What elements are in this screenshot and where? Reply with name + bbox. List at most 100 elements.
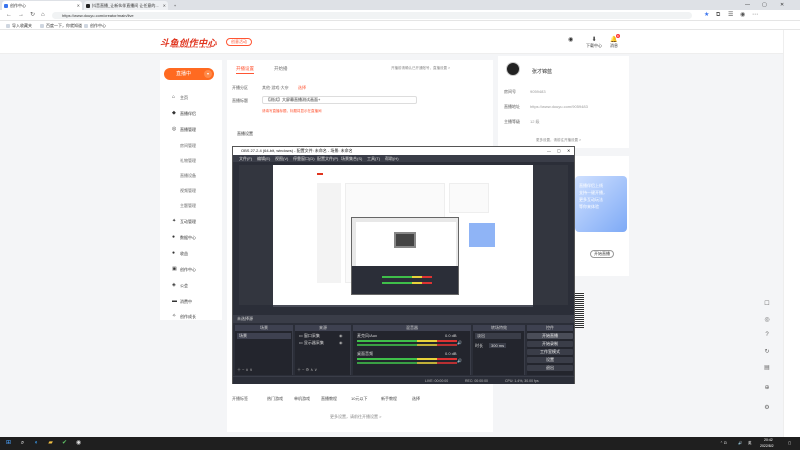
extensions-icon[interactable]: ⧉ (716, 12, 720, 19)
tab-start-live[interactable]: 开始播 (274, 66, 288, 72)
star-icon[interactable]: ★ (704, 12, 709, 19)
minimize-icon[interactable]: — (547, 147, 551, 155)
tray-icons[interactable]: ⌃ ⊡ (720, 437, 727, 450)
edge-icon[interactable]: ◐ (32, 439, 41, 448)
obs-menu-item[interactable]: 场景集合(S) (341, 155, 362, 162)
sidebar-item-growth[interactable]: ✧ 创作成长 (172, 314, 196, 320)
source-add-icon[interactable]: ＋ − ⚙ ∧ ∨ (297, 367, 317, 373)
obs-menu-item[interactable]: 编辑(E) (257, 155, 270, 162)
close-tab-icon[interactable]: ✕ (77, 1, 80, 10)
start-streaming-button[interactable]: 开始直播 (527, 333, 573, 339)
main-footer-link[interactable]: 更多设置，请前往开播设置 > (330, 414, 381, 420)
minimize-icon[interactable]: — (745, 0, 750, 10)
clock-date[interactable]: 2022/8/2 (760, 444, 774, 449)
maximize-icon[interactable]: ▢ (557, 147, 561, 155)
promo-banner[interactable]: 直播伴侣上线 支持一键开播， 更多互动玩法 等你来体验 (575, 176, 627, 232)
eye-icon[interactable]: ◉ (339, 340, 343, 345)
home-nav-icon[interactable]: ⌂ (41, 12, 45, 19)
close-tab-icon[interactable]: ✕ (163, 1, 166, 10)
sidebar-sub-video[interactable]: 视频管理 (180, 188, 196, 194)
feedback-icon[interactable]: ☐ (763, 300, 771, 307)
windows-start-icon[interactable]: ⊞ (4, 439, 13, 448)
studio-mode-button[interactable]: 工作室模式 (527, 349, 573, 355)
browser-tab-active[interactable]: 创作中心 ✕ (2, 1, 82, 10)
obs-menu-item[interactable]: 视图(V) (275, 155, 288, 162)
obs-menu-item[interactable]: 帮助(H) (385, 155, 399, 162)
refresh-icon[interactable]: ↻ (30, 12, 35, 19)
clock-time[interactable]: 20:42 (764, 438, 773, 443)
settings-button[interactable]: 设置 (527, 357, 573, 363)
sidebar-item-consume[interactable]: ▬ 消费中 (172, 299, 192, 305)
download-center[interactable]: ⬇ 下载中心 (586, 37, 602, 49)
folder-icon[interactable]: ▰ (46, 439, 55, 448)
sidebar-item-live-manage[interactable]: ◎ 直播管理 (172, 127, 196, 133)
bookmark-item[interactable]: 创作中心 (84, 21, 106, 30)
collections-icon[interactable]: ☰ (728, 12, 733, 19)
tag-item[interactable]: 直播教程 (321, 396, 337, 402)
live-url-value[interactable]: https://www.douyu.com/9059483 (530, 104, 588, 109)
scene-add-icon[interactable]: ＋ − ∧ ∨ (237, 367, 253, 373)
forward-icon[interactable]: → (18, 12, 24, 19)
tag-item[interactable]: 新手教程 (381, 396, 397, 402)
close-window-icon[interactable]: ✕ (780, 0, 784, 10)
sidebar-item-income[interactable]: ● 收益 (172, 251, 188, 257)
url-input[interactable]: https://www.douyu.com/creator/main/live (52, 12, 692, 19)
avatar[interactable] (506, 62, 520, 76)
sidebar-item-create[interactable]: ▣ 创作中心 (172, 267, 196, 273)
tool-icon[interactable]: ▤ (763, 364, 771, 371)
sidebar-item-home[interactable]: ⌂ 主页 (172, 95, 188, 101)
help-icon[interactable]: ? (763, 332, 771, 338)
obs-menu-item[interactable]: 停靠窗口(D) (293, 155, 315, 162)
app-icon[interactable]: ✔ (60, 439, 69, 448)
tag-item[interactable]: 热门游戏 (267, 396, 283, 402)
new-tab-button[interactable]: + (170, 1, 180, 10)
start-recording-button[interactable]: 开始录制 (527, 341, 573, 347)
category-select-link[interactable]: 选择 (298, 85, 306, 91)
scene-item[interactable]: 场景 (237, 333, 291, 339)
sidebar-item-data[interactable]: ● 数据中心 (172, 235, 196, 241)
source-item[interactable]: ▭ 窗口采集 (299, 333, 320, 339)
source-item[interactable]: ▭ 显示器采集 (299, 340, 324, 346)
sidebar-sub-device[interactable]: 直播设备 (180, 173, 196, 179)
creator-activity-tag[interactable]: 创意活动 (226, 38, 252, 46)
sidebar-item-companion[interactable]: ◆ 直播伴侣 (172, 111, 196, 117)
obs-menu-item[interactable]: 配置文件(P) (317, 155, 338, 162)
live-status-button[interactable]: 直播中 ▾ (164, 68, 214, 80)
messages[interactable]: 🔔 消息 (610, 37, 618, 49)
obs-icon[interactable]: ◉ (74, 439, 83, 448)
notice-text[interactable]: 开播前请确认已开通账号，直播设置 > (391, 66, 450, 71)
open-live-button[interactable]: 开始直播 (590, 250, 614, 258)
tag-item[interactable]: 单机游戏 (294, 396, 310, 402)
scrollbar[interactable] (783, 30, 800, 437)
tag-select-link[interactable]: 选择 (412, 396, 420, 402)
obs-window[interactable]: OBS 27.2.4 (64-bit, windows) - 配置文件: 未命名… (232, 146, 575, 384)
live-title-input[interactable]: 【测试】大屏幕直播测试画面+ (262, 96, 417, 104)
obs-menu-item[interactable]: 工具(T) (367, 155, 380, 162)
exit-button[interactable]: 退出 (527, 365, 573, 371)
speaker-icon[interactable]: 🔊 (457, 358, 462, 363)
sidebar-item-interact[interactable]: ✦ 互动管理 (172, 219, 196, 225)
tag-item[interactable]: 10元以下 (351, 396, 367, 402)
sidebar-sub-gift[interactable]: 礼物管理 (180, 158, 196, 164)
profile-icon[interactable]: ◉ (740, 12, 745, 19)
transition-select[interactable]: 淡出 (475, 333, 521, 339)
bookmark-item[interactable]: 导入收藏夹 (6, 21, 32, 30)
obs-menu-item[interactable]: 文件(F) (239, 155, 252, 162)
sidebar-item-guild[interactable]: ◈ 公会 (172, 283, 188, 289)
back-icon[interactable]: ← (6, 12, 12, 19)
close-window-icon[interactable]: ✕ (567, 147, 570, 155)
volume-icon[interactable]: 🔊 (738, 437, 742, 450)
bookmark-item[interactable]: 百度一下，你就知道 (40, 21, 82, 30)
menu-icon[interactable]: ⋯ (752, 12, 758, 19)
input-language[interactable]: 英 (748, 437, 752, 450)
tab-live-settings[interactable]: 开播设置 (236, 66, 254, 74)
speaker-icon[interactable]: 🔊 (457, 340, 462, 345)
duration-input[interactable]: 300 ms (489, 343, 507, 348)
search-icon[interactable]: ⌕ (18, 439, 27, 448)
notification-icon[interactable]: ▢ (788, 437, 791, 450)
sidebar-sub-theme[interactable]: 主题管理 (180, 203, 196, 209)
refresh-float-icon[interactable]: ↻ (763, 348, 771, 355)
more-settings-link[interactable]: 更多设置，请前往开播设置 > (536, 138, 581, 143)
browser-tab[interactable]: 抖音直播_让新伙伴直播间 让任意的... ✕ (84, 1, 168, 10)
chevron-down-icon[interactable]: ▾ (204, 70, 212, 78)
